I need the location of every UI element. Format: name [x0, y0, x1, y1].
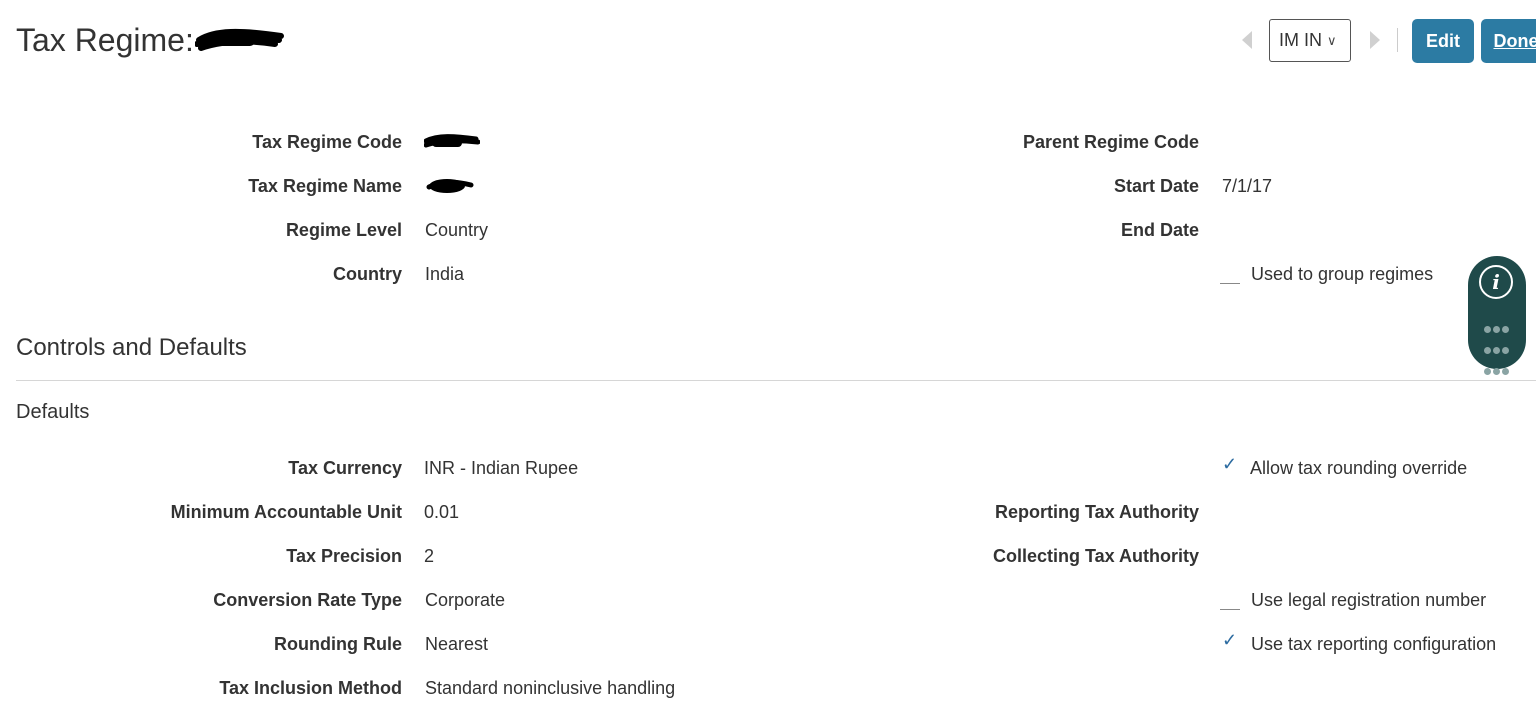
org-select-value: IM IN: [1279, 30, 1322, 50]
done-button[interactable]: Done: [1481, 19, 1536, 63]
tax-regime-name-label: Tax Regime Name: [248, 176, 402, 196]
use-legal-registration-number-label: Use legal registration number: [1251, 590, 1487, 610]
minimum-accountable-unit-label: Minimum Accountable Unit: [170, 502, 402, 522]
done-button-label: Done: [1493, 30, 1536, 51]
conversion-rate-type-value: Corporate: [425, 590, 506, 610]
subsection-title-defaults: Defaults: [16, 401, 90, 423]
tax-inclusion-method-value: Standard noninclusive handling: [425, 678, 676, 698]
prev-record-icon[interactable]: [1242, 31, 1252, 49]
tax-currency-label: Tax Currency: [288, 458, 402, 478]
chevron-down-icon: ∨: [1327, 32, 1337, 48]
checkmark-icon: ✓: [1222, 454, 1238, 474]
section-divider: [16, 380, 1536, 381]
tax-precision-value: 2: [424, 546, 435, 566]
minimum-accountable-unit-value: 0.01: [424, 502, 460, 522]
start-date-value: 7/1/17: [1222, 176, 1273, 196]
redacted-tax-regime-name: [426, 179, 474, 193]
redacted-tax-regime-code: [424, 134, 480, 148]
rounding-rule-value: Nearest: [425, 634, 489, 654]
reporting-tax-authority-label: Reporting Tax Authority: [995, 502, 1199, 522]
next-record-icon[interactable]: [1370, 31, 1380, 49]
tax-precision-label: Tax Precision: [286, 546, 402, 566]
use-tax-reporting-configuration-label: Use tax reporting configuration: [1251, 634, 1497, 654]
regime-level-value: Country: [425, 220, 489, 240]
info-icon[interactable]: i: [1479, 265, 1513, 299]
unchecked-indicator: [1220, 283, 1240, 284]
unchecked-indicator: [1220, 609, 1240, 610]
used-to-group-regimes-label: Used to group regimes: [1251, 264, 1434, 284]
tax-regime-code-label: Tax Regime Code: [252, 132, 402, 152]
toolbar-divider: [1397, 28, 1398, 52]
end-date-label: End Date: [1120, 220, 1199, 240]
country-label: Country: [333, 264, 402, 284]
grid-icon[interactable]: [1483, 318, 1513, 381]
regime-level-label: Regime Level: [285, 220, 402, 240]
start-date-label: Start Date: [1113, 176, 1199, 196]
collecting-tax-authority-label: Collecting Tax Authority: [992, 546, 1199, 566]
redacted-title: [195, 28, 284, 51]
tax-inclusion-method-label: Tax Inclusion Method: [219, 678, 402, 698]
parent-regime-code-label: Parent Regime Code: [1022, 132, 1199, 152]
tax-currency-value: INR - Indian Rupee: [424, 458, 579, 478]
country-value: India: [425, 264, 465, 284]
help-widget[interactable]: i: [1468, 256, 1526, 375]
rounding-rule-label: Rounding Rule: [274, 634, 402, 654]
allow-tax-rounding-override-label: Allow tax rounding override: [1250, 458, 1468, 478]
org-select[interactable]: IM IN ∨: [1269, 19, 1351, 62]
checkmark-icon: ✓: [1222, 630, 1238, 650]
page-title: Tax Regime:: [16, 22, 194, 58]
section-title-controls: Controls and Defaults: [16, 334, 247, 361]
conversion-rate-type-label: Conversion Rate Type: [213, 590, 402, 610]
edit-button[interactable]: Edit: [1412, 19, 1474, 63]
